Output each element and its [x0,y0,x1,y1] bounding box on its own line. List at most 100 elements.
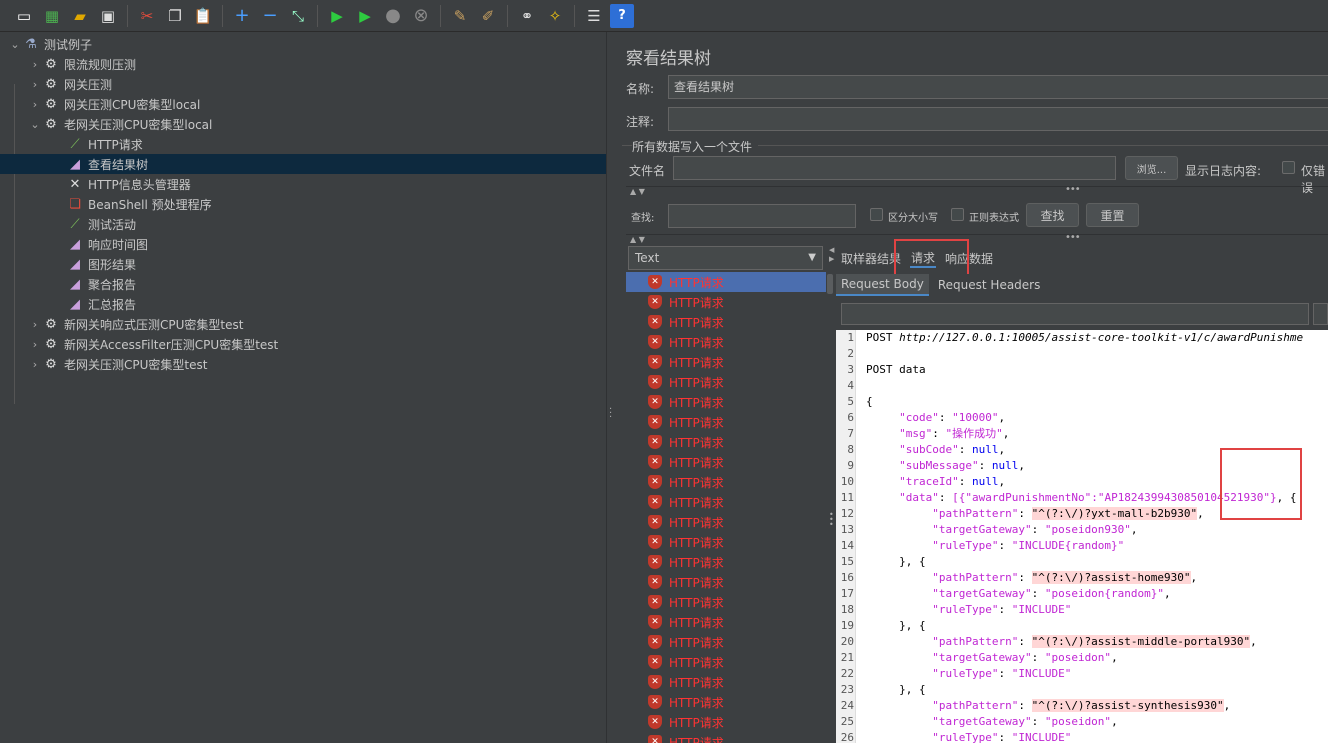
cut-icon[interactable]: ✂ [135,4,159,28]
start-no-pause-icon[interactable]: ▶ [353,4,377,28]
tab-request-body[interactable]: Request Body [836,274,929,296]
templates-icon[interactable]: ▦ [40,4,64,28]
tree-item-thread-group[interactable]: › ⚙ 网关压测 [0,74,606,94]
horizontal-divider[interactable] [626,234,1328,240]
result-row[interactable]: ✕ HTTP请求 [626,612,826,632]
result-row[interactable]: ✕ HTTP请求 [626,472,826,492]
save-icon[interactable]: ▣ [96,4,120,28]
chevron-right-icon[interactable]: › [28,58,42,71]
divider-handle-icon[interactable]: ••• [1065,184,1081,195]
tree-item-http-request[interactable]: ⟋ HTTP请求 [0,134,606,154]
divider-arrows-icon[interactable]: ▲ ▼ [630,235,645,244]
tree-item-listener[interactable]: ◢ 聚合报告 [0,274,606,294]
errors-only-checkbox[interactable] [1282,161,1295,174]
filename-field[interactable] [673,156,1116,180]
chevron-right-icon[interactable]: › [28,98,42,111]
tree-root[interactable]: ⌄ ⚗ 测试例子 [0,34,606,54]
browse-button[interactable]: 浏览... [1125,156,1178,180]
chevron-down-icon[interactable]: ▼ [808,247,816,269]
reset-button[interactable]: 重置 [1086,203,1139,227]
result-row[interactable]: ✕ HTTP请求 [626,692,826,712]
result-row[interactable]: ✕ HTTP请求 [626,452,826,472]
tree-item-thread-group[interactable]: › ⚙ 新网关响应式压测CPU密集型test [0,314,606,334]
result-row[interactable]: ✕ HTTP请求 [626,732,826,743]
tree-item-thread-group[interactable]: › ⚙ 网关压测CPU密集型local [0,94,606,114]
tree-item-thread-group[interactable]: › ⚙ 老网关压测CPU密集型test [0,354,606,374]
tree-item-thread-group-expanded[interactable]: ⌄ ⚙ 老网关压测CPU密集型local [0,114,606,134]
tree-item-listener[interactable]: ◢ 响应时间图 [0,234,606,254]
collapse-arrows-icon[interactable]: ◀ ▶ [829,246,837,264]
reset-search-icon[interactable]: ✧ [543,4,567,28]
result-row[interactable]: ✕ HTTP请求 [626,332,826,352]
request-body-editor[interactable]: 1 POST http://127.0.0.1:10005/assist-core… [836,330,1328,743]
comment-field[interactable] [668,107,1328,131]
new-icon[interactable]: ▭ [12,4,36,28]
results-scrollbar[interactable] [826,272,834,743]
result-row[interactable]: ✕ HTTP请求 [626,632,826,652]
result-row[interactable]: ✕ HTTP请求 [626,512,826,532]
case-sensitive-checkbox[interactable] [870,208,883,221]
result-row[interactable]: ✕ HTTP请求 [626,572,826,592]
chevron-down-icon[interactable]: ⌄ [28,118,42,131]
result-row[interactable]: ✕ HTTP请求 [626,392,826,412]
result-row[interactable]: ✕ HTTP请求 [626,312,826,332]
paste-icon[interactable]: 📋 [191,4,215,28]
tree-item-header-manager[interactable]: ✕ HTTP信息头管理器 [0,174,606,194]
main-splitter[interactable] [606,32,616,743]
tree-item-listener[interactable]: ◢ 汇总报告 [0,294,606,314]
name-field[interactable]: 查看结果树 [668,75,1328,99]
search-icon[interactable]: ⚭ [515,4,539,28]
divider-arrows-icon[interactable]: ▲ ▼ [630,187,645,196]
request-search-input[interactable] [841,303,1309,325]
chevron-right-icon[interactable]: › [28,78,42,91]
result-row[interactable]: ✕ HTTP请求 [626,292,826,312]
splitter-handle-icon[interactable]: · · · [609,405,613,423]
result-row[interactable]: ✕ HTTP请求 [626,712,826,732]
result-row[interactable]: ✕ HTTP请求 [626,672,826,692]
open-icon[interactable]: ▰ [68,4,92,28]
clear-all-icon[interactable]: ✐ [476,4,500,28]
request-search-button[interactable] [1313,303,1328,325]
find-button[interactable]: 查找 [1026,203,1079,227]
tree-item-listener[interactable]: ◢ 图形结果 [0,254,606,274]
chevron-right-icon[interactable]: › [28,358,42,371]
tab-request-headers[interactable]: Request Headers [933,275,1046,295]
chevron-right-icon[interactable]: › [28,318,42,331]
result-row[interactable]: ✕ HTTP请求 [626,532,826,552]
tree-item-thread-group[interactable]: › ⚙ 限流规则压测 [0,54,606,74]
chevron-down-icon[interactable]: ⌄ [8,38,22,51]
regex-checkbox[interactable] [951,208,964,221]
copy-icon[interactable]: ❐ [163,4,187,28]
horizontal-divider[interactable] [626,186,1328,192]
result-row[interactable]: ✕ HTTP请求 [626,492,826,512]
result-row[interactable]: ✕ HTTP请求 [626,372,826,392]
result-row[interactable]: ✕ HTTP请求 [626,432,826,452]
stop-icon[interactable]: ● [381,4,405,28]
results-scrollbar-thumb[interactable] [827,274,833,294]
help-icon[interactable]: ? [610,3,634,28]
result-row[interactable]: ✕ HTTP请求 [626,552,826,572]
tab-sampler-result[interactable]: 取样器结果 [840,250,902,267]
result-row[interactable]: ✕ HTTP请求 [626,352,826,372]
splitter-handle-icon[interactable]: • • • [829,511,835,529]
clear-icon[interactable]: ✎ [448,4,472,28]
search-input[interactable] [668,204,856,228]
tree-item-sampler[interactable]: ⟋ 测试活动 [0,214,606,234]
result-row[interactable]: ✕ HTTP请求 [626,652,826,672]
tree-item-thread-group[interactable]: › ⚙ 新网关AccessFilter压测CPU密集型test [0,334,606,354]
start-icon[interactable]: ▶ [325,4,349,28]
tree-item-beanshell[interactable]: ❏ BeanShell 预处理程序 [0,194,606,214]
result-row[interactable]: ✕ HTTP请求 [626,412,826,432]
shutdown-icon[interactable]: ⊗ [409,4,433,28]
chevron-right-icon[interactable]: › [28,338,42,351]
expand-icon[interactable]: + [230,4,254,28]
tree-item-view-results-tree[interactable]: ◢ 查看结果树 [0,154,606,174]
collapse-icon[interactable]: − [258,4,282,28]
result-row[interactable]: ✕ HTTP请求 [626,272,826,292]
divider-handle-icon[interactable]: ••• [1065,232,1081,243]
results-list[interactable]: ✕ HTTP请求 ✕ HTTP请求 ✕ HTTP请求 ✕ HTTP请求 ✕ HTTP请求 ✕ HTTP… [626,272,826,743]
function-helper-icon[interactable]: ☰ [582,4,606,28]
result-row[interactable]: ✕ HTTP请求 [626,592,826,612]
toggle-icon[interactable]: ⤡ [286,4,310,28]
renderer-select[interactable]: Text ▼ [628,246,823,270]
